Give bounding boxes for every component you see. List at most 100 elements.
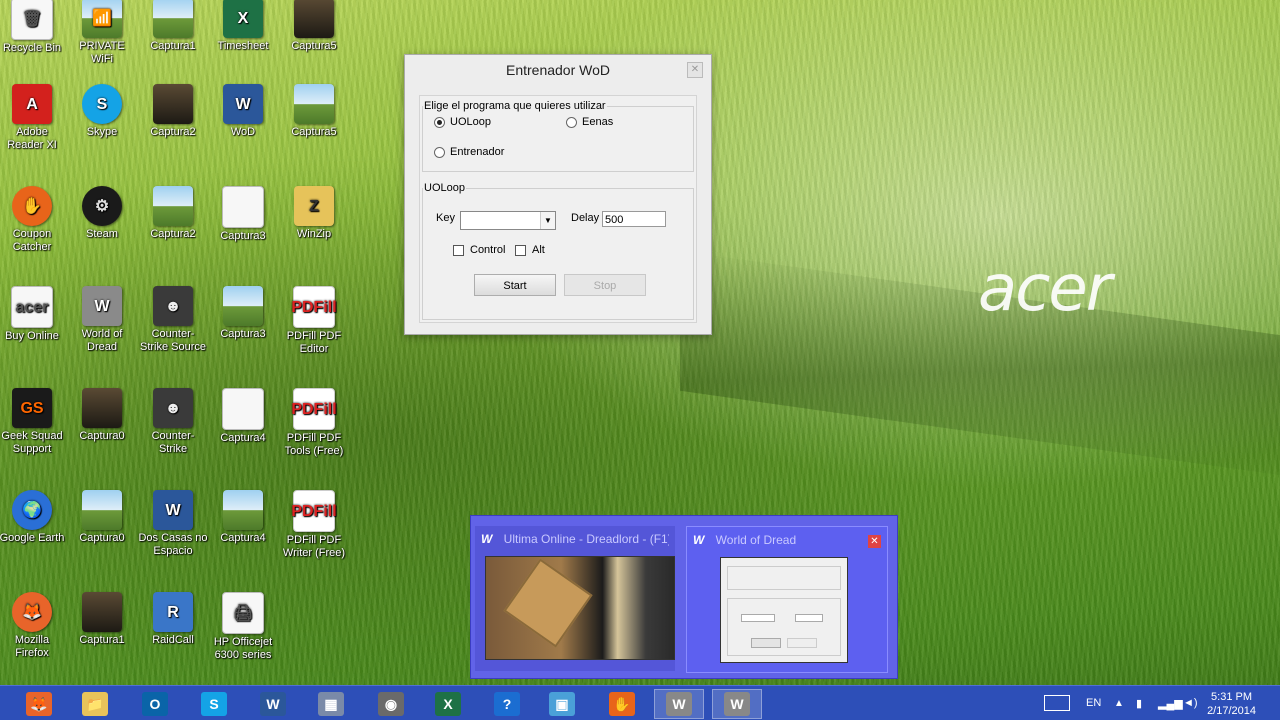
desktop-icon[interactable]: 🗑 Recycle Bin [0,0,67,55]
window-titlebar[interactable]: Entrenador WoD ✕ [405,55,711,85]
word-icon: W [153,490,193,530]
desktop-icon[interactable]: S Skype [67,84,137,139]
desktop-icon[interactable]: PDFill PDFill PDF Tools (Free) [279,388,349,458]
control-checkbox[interactable]: Control [453,244,505,256]
desktop-icon[interactable]: 📶 PRIVATE WiFi [67,0,137,66]
desktop-icon[interactable]: Captura2 [138,84,208,139]
ff-icon: 🦊 [12,592,52,632]
desktop-icon[interactable]: Captura5 [279,84,349,139]
desktop-icon[interactable]: A Adobe Reader XI [0,84,67,152]
desktop-icon[interactable]: ⚙ Steam [67,186,137,241]
desktop-icon[interactable]: Captura3 [208,186,278,243]
cs-icon: ☻ [153,388,193,428]
desktop-icon[interactable]: 🖨 HP Officejet 6300 series [208,592,278,662]
taskbar-button[interactable]: O [130,689,180,719]
stop-button[interactable]: Stop [564,274,646,296]
desktop-icon[interactable]: R RaidCall [138,592,208,647]
wod-icon: W [82,286,122,326]
desktop-icon[interactable]: Captura3 [208,286,278,341]
zip-icon: Z [294,186,334,226]
start-button[interactable]: Start [474,274,556,296]
desktop-icon[interactable]: PDFill PDFill PDF Editor [279,286,349,356]
desktop-icon[interactable]: 🦊 Mozilla Firefox [0,592,67,660]
doc-icon: acer [11,286,53,328]
coupon-catcher-icon: ✋ [609,692,635,716]
chevron-down-icon[interactable]: ▼ [540,212,555,229]
desktop-icon[interactable]: Captura2 [138,186,208,241]
desktop-icon[interactable]: W Dos Casas no Espacio [138,490,208,558]
desktop-icon-label: World of Dread [81,328,123,353]
preview-item[interactable]: W Ultima Online - Dreadlord - (F1) [475,526,675,671]
desktop-icon[interactable]: Captura0 [67,490,137,545]
taskbar-button[interactable]: ✋ [597,689,647,719]
close-icon[interactable]: ✕ [687,62,703,78]
entrenador-window: Entrenador WoD ✕ Elige el programa que q… [404,54,712,335]
taskbar-button[interactable]: W [654,689,704,719]
desktop-icon-label: PRIVATE WiFi [79,40,125,65]
delay-input[interactable]: 500 [602,211,666,227]
taskbar-button[interactable]: 📁 [70,689,120,719]
desktop-icon[interactable]: acer Buy Online [0,286,67,343]
key-dropdown[interactable]: ▼ [460,211,556,230]
control-checkbox-label: Control [470,244,506,256]
taskbar-button[interactable]: S [189,689,239,719]
desktop-icon[interactable]: Z WinZip [279,186,349,241]
volume-icon[interactable]: ◄) [1183,686,1198,720]
taskbar-button[interactable]: X [423,689,473,719]
red-icon: A [12,84,52,124]
desktop-icon[interactable]: GS Geek Squad Support [0,388,67,456]
desktop-icon[interactable]: PDFill PDFill PDF Writer (Free) [279,490,349,560]
desktop-icon[interactable]: ☻ Counter-Strike Source [138,286,208,354]
program-group: Elige el programa que quieres utilizar [422,100,694,172]
desktop-icon-label: Captura4 [220,532,266,544]
desktop-icon[interactable]: Captura1 [138,0,208,53]
desktop-icon-label: Counter-Strike [151,430,195,455]
desktop-icon-label: WinZip [296,228,332,240]
outlook-icon: O [142,692,168,716]
taskbar-button[interactable]: W [712,689,762,719]
taskbar-button[interactable]: ◉ [366,689,416,719]
steam-icon: ⚙ [82,186,122,226]
desktop-icon[interactable]: 🌍 Google Earth [0,490,67,545]
alt-checkbox[interactable]: Alt [515,244,545,256]
close-icon[interactable]: ✕ [868,535,881,548]
dark-icon [294,0,334,38]
desktop-icon[interactable]: Captura4 [208,388,278,445]
world-of-dread-1-icon: W [666,692,692,716]
desktop-icon[interactable]: W WoD [208,84,278,139]
firefox-icon: 🦊 [26,692,52,716]
desktop-icon[interactable]: Captura4 [208,490,278,545]
taskbar-button[interactable]: ▣ [537,689,587,719]
taskbar-button[interactable]: W [248,689,298,719]
program-group-legend: Elige el programa que quieres utilizar [424,100,606,112]
desktop-icon[interactable]: Captura1 [67,592,137,647]
desktop-icon-label: PDFill PDF Editor [286,330,342,355]
key-label: Key [436,212,455,224]
radio-entrenador[interactable]: Entrenador [434,146,504,158]
desktop-icon[interactable]: ✋ Coupon Catcher [0,186,67,254]
desktop-icon[interactable]: Captura5 [279,0,349,53]
dark-icon [82,388,122,428]
desktop-icon[interactable]: ☻ Counter-Strike [138,388,208,456]
geek-icon: GS [12,388,52,428]
tray-chevron-up-icon[interactable]: ▲ [1114,686,1124,720]
radio-eenas[interactable]: Eenas [566,116,613,128]
radio-uoloop-label: UOLoop [450,116,491,128]
network-icon[interactable]: ▮ [1136,686,1142,720]
taskbar-button[interactable]: ▦ [306,689,356,719]
desktop-icon-label: Timesheet [217,40,269,52]
keyboard-icon[interactable] [1044,686,1070,720]
desktop-icon-label: Adobe Reader XI [7,126,57,151]
taskbar-button[interactable]: ? [482,689,532,719]
radio-uoloop[interactable]: UOLoop [434,116,491,128]
desktop-icon[interactable]: X Timesheet [208,0,278,53]
preview-item[interactable]: W World of Dread ✕ [686,526,888,673]
signal-icon[interactable]: ▂▄▆ [1158,686,1183,720]
desktop-icon[interactable]: W World of Dread [67,286,137,354]
taskbar-button[interactable]: 🦊 [14,689,64,719]
preview-title: W World of Dread [693,533,881,549]
language-indicator[interactable]: EN [1086,686,1101,720]
clock[interactable]: 5:31 PM 2/17/2014 [1207,690,1256,718]
desktop-icon[interactable]: Captura0 [67,388,137,443]
key-dropdown-value [461,214,464,226]
